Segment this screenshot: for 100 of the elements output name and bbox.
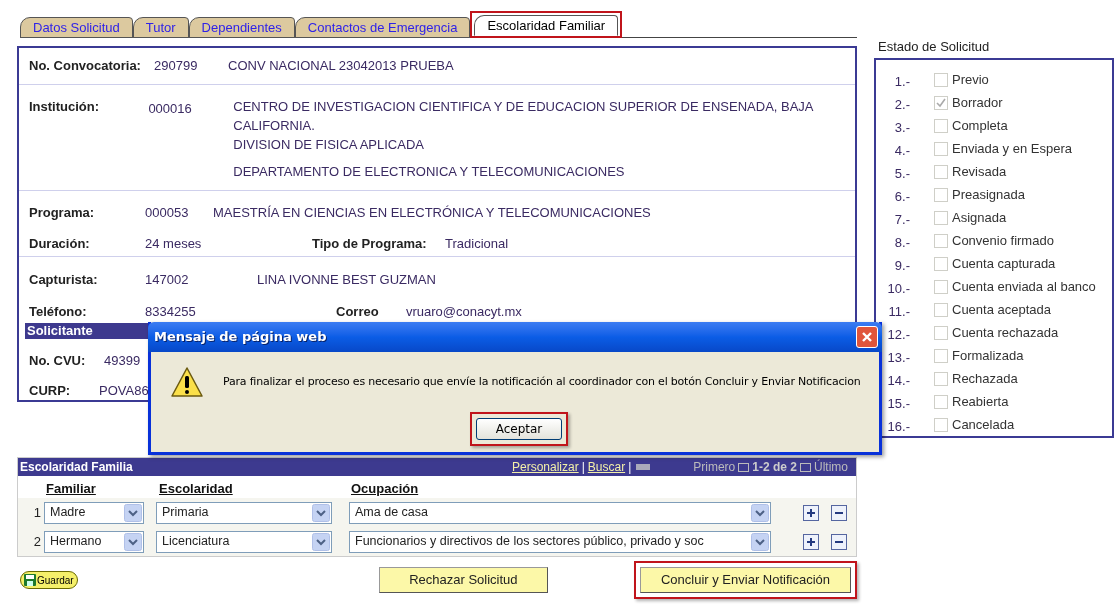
page-range: 1-2 de 2	[752, 459, 797, 476]
status-checkbox[interactable]	[934, 210, 948, 225]
tab[interactable]: Contactos de Emergencia	[294, 17, 471, 38]
status-number: 12.-	[886, 326, 910, 345]
grid-view-icon[interactable]	[636, 464, 651, 470]
tab[interactable]: Escolaridad Familiar	[474, 15, 619, 36]
status-checkbox[interactable]	[934, 325, 948, 340]
first-link[interactable]: Primero	[693, 458, 736, 476]
field-label: No. CVU:	[29, 352, 87, 370]
field-value: CENTRO DE INVESTIGACION CIENTIFICA Y DE EDUCACION SUPERIOR DE ENSENADA, BAJA CALIFORNIA.	[233, 97, 815, 135]
field-value: Tradicional	[445, 235, 509, 254]
delete-row-icon[interactable]	[831, 504, 847, 521]
field-label: Correo	[336, 302, 380, 321]
status-label: Asignada	[952, 208, 1007, 227]
status-label: Cuenta aceptada	[952, 300, 1052, 319]
caret-icon	[751, 503, 769, 522]
status-label: Reabierta	[952, 392, 1009, 411]
status-label: Previo	[952, 70, 989, 89]
tab[interactable]: Tutor	[132, 17, 189, 38]
dropdown-field[interactable]: Ama de casa	[349, 501, 771, 524]
caret-icon	[124, 503, 142, 522]
tab[interactable]: Dependientes	[188, 17, 295, 38]
status-label: Cancelada	[952, 415, 1015, 434]
status-checkbox[interactable]	[934, 233, 948, 248]
add-row-icon[interactable]	[803, 504, 819, 521]
field-label: Duración:	[29, 235, 91, 254]
field-label: CURP:	[29, 381, 72, 400]
link-separator: |	[581, 459, 585, 476]
close-button[interactable]	[856, 326, 878, 348]
status-number: 6.-	[893, 188, 910, 207]
status-number: 8.-	[893, 234, 910, 253]
field-label: Programa:	[29, 203, 96, 222]
previous-icon[interactable]	[738, 462, 750, 472]
status-checkbox[interactable]	[934, 187, 948, 202]
field-label: Teléfono:	[29, 302, 88, 321]
conclude-button[interactable]: Concluir y Enviar Notificación	[640, 567, 851, 593]
status-label: Revisada	[952, 162, 1007, 181]
save-button[interactable]: Guardar	[20, 571, 78, 589]
row-number: 1	[32, 503, 42, 522]
field-value: MAESTRÍA EN CIENCIAS EN ELECTRÓNICA Y TELECOMUNICACIONES	[213, 203, 651, 222]
dropdown-field[interactable]: Licenciatura	[156, 530, 332, 553]
field-value: 24 meses	[145, 235, 203, 254]
field-label: Capturista:	[29, 271, 99, 289]
dropdown-field[interactable]: Primaria	[156, 501, 332, 524]
add-row-icon[interactable]	[803, 533, 819, 550]
field-value: 000053	[145, 203, 190, 222]
dropdown-field[interactable]: Funcionarios y directivos de los sectores público, privado y soc	[349, 530, 771, 553]
search-link[interactable]: Buscar	[587, 458, 626, 476]
field-value: CONV NACIONAL 23042013 PRUEBA	[228, 57, 454, 76]
field-value: DEPARTAMENTO DE ELECTRONICA Y TELECOMUNICACIONES	[233, 162, 626, 181]
column-header[interactable]: Ocupación	[351, 478, 419, 498]
field-value: LINA IVONNE BEST GUZMAN	[257, 271, 436, 289]
accept-button[interactable]: Aceptar	[476, 418, 562, 440]
status-label: Enviada y en Espera	[952, 139, 1072, 158]
row-number: 2	[32, 532, 42, 551]
status-checkbox[interactable]	[934, 279, 948, 294]
status-checkbox[interactable]	[934, 417, 948, 432]
caret-icon	[312, 503, 330, 522]
status-checkbox[interactable]	[934, 394, 948, 409]
panel-title: Estado de Solicitud	[877, 39, 991, 55]
status-checkbox[interactable]	[934, 72, 948, 87]
status-number: 5.-	[893, 165, 910, 184]
tab[interactable]: Datos Solicitud	[20, 17, 133, 38]
status-checkbox[interactable]	[934, 118, 948, 133]
dropdown-field[interactable]: Madre	[44, 501, 144, 524]
field-label: No. Convocatoria:	[29, 57, 142, 76]
status-number: 15.-	[886, 395, 910, 414]
status-label: Rechazada	[952, 369, 1018, 388]
status-label: Completa	[952, 116, 1008, 135]
close-icon	[861, 331, 873, 343]
next-icon[interactable]	[800, 462, 811, 472]
last-link[interactable]: Último	[814, 458, 848, 476]
field-value: 8334255	[145, 302, 197, 321]
delete-row-icon[interactable]	[831, 533, 847, 550]
dialog-message: Para finalizar el proceso es necesario que envíe la notificación al coordinador con el botón Concluir y Enviar Notificacion	[223, 373, 861, 390]
dropdown-field[interactable]: Hermano	[44, 530, 144, 553]
status-label: Borrador	[952, 93, 1003, 112]
column-header[interactable]: Familiar	[46, 478, 159, 498]
status-checkbox[interactable]	[934, 164, 948, 179]
check-icon	[936, 97, 946, 108]
warning-icon	[171, 366, 203, 398]
customize-link[interactable]: Personalizar	[511, 458, 579, 476]
status-checkbox[interactable]	[934, 141, 948, 156]
field-value: 290799	[154, 57, 199, 76]
status-checkbox[interactable]	[934, 256, 948, 271]
status-checkbox[interactable]	[934, 371, 948, 386]
status-checkbox[interactable]	[934, 302, 948, 317]
column-header[interactable]: Escolaridad	[159, 478, 351, 498]
reject-button[interactable]: Rechazar Solicitud	[378, 567, 548, 593]
grid-title: Escolaridad Familia	[20, 459, 133, 476]
status-number: 2.-	[893, 96, 910, 115]
status-checkbox[interactable]	[934, 348, 948, 363]
field-value: POVA86	[99, 381, 149, 400]
status-number: 9.-	[893, 257, 910, 276]
status-label: Convenio firmado	[952, 231, 1054, 250]
caret-icon	[124, 532, 142, 551]
caret-icon	[751, 532, 769, 551]
field-label: Institución:	[29, 97, 101, 116]
status-checkbox[interactable]	[934, 95, 948, 110]
status-number: 4.-	[893, 142, 910, 161]
